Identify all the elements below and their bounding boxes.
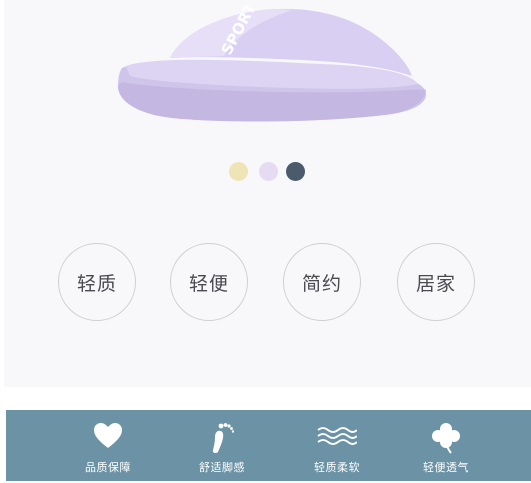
perks-bar: 品质保障 舒适脚感 轻质柔软 轻便透气 bbox=[6, 410, 531, 481]
color-swatches bbox=[229, 162, 309, 182]
perk-soft: 轻质柔软 bbox=[292, 410, 382, 481]
feature-label: 简约 bbox=[301, 272, 342, 295]
feature-label: 居家 bbox=[415, 272, 456, 295]
perk-label: 轻质柔软 bbox=[314, 461, 360, 474]
wave-icon bbox=[317, 427, 357, 445]
foot-icon bbox=[212, 423, 235, 454]
feature-portable: 轻便 bbox=[170, 243, 248, 321]
perk-breathable: 轻便透气 bbox=[401, 410, 491, 481]
perk-label: 品质保障 bbox=[85, 461, 131, 474]
feature-simple: 简约 bbox=[283, 243, 361, 321]
perk-label: 舒适脚感 bbox=[199, 461, 245, 474]
perk-label: 轻便透气 bbox=[423, 461, 469, 474]
swatch-yellow[interactable] bbox=[229, 162, 248, 181]
clover-icon bbox=[432, 423, 460, 454]
feature-home: 居家 bbox=[397, 243, 475, 321]
product-panel: SPORT 轻质 轻便 简约 居家 bbox=[4, 0, 531, 387]
perk-comfort: 舒适脚感 bbox=[177, 410, 267, 481]
swatch-navy[interactable] bbox=[286, 162, 305, 181]
heart-icon bbox=[94, 423, 122, 448]
feature-lightweight: 轻质 bbox=[58, 243, 136, 321]
perk-quality: 品质保障 bbox=[63, 410, 153, 481]
slipper-image: SPORT bbox=[118, 6, 427, 122]
swatch-lavender[interactable] bbox=[259, 162, 278, 181]
feature-label: 轻质 bbox=[76, 272, 117, 295]
feature-label: 轻便 bbox=[188, 272, 229, 295]
